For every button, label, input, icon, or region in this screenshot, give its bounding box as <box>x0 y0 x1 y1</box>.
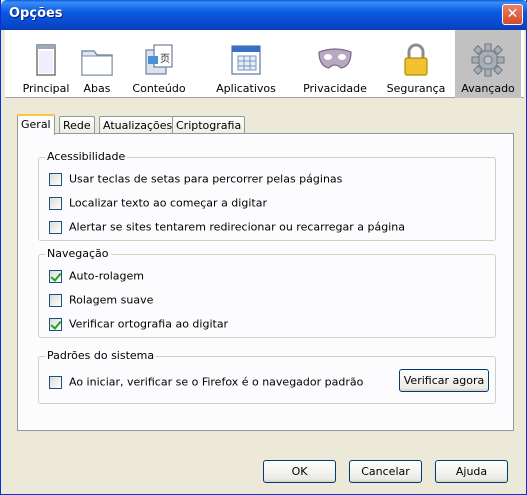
options-dialog: Opções ✕ Principal Abas 页 Conteúdo Aplic… <box>0 0 527 495</box>
option-label: Auto-rolagem <box>69 269 144 283</box>
tab-criptografia[interactable]: Criptografia <box>172 116 246 134</box>
toolbar-label: Privacidade <box>303 82 367 95</box>
content-icon: 页 <box>145 44 173 75</box>
toolbar-item-abas[interactable]: Abas <box>77 30 117 98</box>
toolbar-item-privacidade[interactable]: Privacidade <box>295 30 375 98</box>
toolbar-item-avancado[interactable]: Avançado <box>455 30 521 98</box>
option-label: Verificar ortografia ao digitar <box>69 317 229 331</box>
window-title: Opções <box>9 6 63 21</box>
tab-geral[interactable]: Geral <box>17 114 55 135</box>
option-label: Ao iniciar, verificar se o Firefox é o n… <box>69 375 364 389</box>
autoscroll-option[interactable]: Auto-rolagem <box>49 269 144 283</box>
checkbox[interactable] <box>49 293 62 307</box>
tab-atualizacoes[interactable]: Atualizações <box>99 116 177 134</box>
option-label: Usar teclas de setas para percorrer pela… <box>69 172 343 186</box>
tab-rede[interactable]: Rede <box>59 116 95 134</box>
accessibility-group: Acessibilidade Usar teclas de setas para… <box>38 150 496 241</box>
toolbar-label: Principal <box>22 82 70 95</box>
toolbar-item-conteudo[interactable]: 页 Conteúdo <box>121 30 197 98</box>
checkbox[interactable] <box>49 220 62 234</box>
system-defaults-group: Padrões do sistema Ao iniciar, verificar… <box>38 349 496 404</box>
checkbox[interactable] <box>49 269 62 283</box>
toolbar-label: Aplicativos <box>216 82 276 95</box>
group-title: Navegação <box>45 247 111 260</box>
gear-icon <box>471 43 505 77</box>
cancel-button[interactable]: Cancelar <box>349 460 422 483</box>
toolbar-label: Conteúdo <box>132 82 186 95</box>
checkbox[interactable] <box>49 172 62 186</box>
applications-icon <box>231 45 261 75</box>
tab-label: Atualizações <box>103 119 173 132</box>
toolbar-label: Avançado <box>461 82 515 95</box>
folder-tabs-icon <box>81 50 113 76</box>
window-icon <box>36 44 56 76</box>
ok-button[interactable]: OK <box>263 460 336 483</box>
default-browser-check-option[interactable]: Ao iniciar, verificar se o Firefox é o n… <box>49 375 363 389</box>
spellcheck-option[interactable]: Verificar ortografia ao digitar <box>49 317 228 331</box>
option-label: Localizar texto ao começar a digitar <box>69 196 267 210</box>
find-as-you-type-option[interactable]: Localizar texto ao começar a digitar <box>49 196 267 210</box>
tab-label: Rede <box>63 119 91 132</box>
option-label: Rolagem suave <box>69 293 154 307</box>
tab-label: Geral <box>21 118 51 131</box>
redirect-warning-option[interactable]: Alertar se sites tentarem redirecionar o… <box>49 220 405 234</box>
arrow-keys-option[interactable]: Usar teclas de setas para percorrer pela… <box>49 172 342 186</box>
mask-icon <box>318 48 352 69</box>
option-label: Alertar se sites tentarem redirecionar o… <box>69 220 405 234</box>
toolbar-item-seguranca[interactable]: Segurança <box>379 30 453 98</box>
toolbar-label: Segurança <box>386 82 446 95</box>
tab-label: Criptografia <box>176 119 242 132</box>
checkbox[interactable] <box>49 375 62 389</box>
group-title: Padrões do sistema <box>45 349 157 362</box>
category-toolbar: Principal Abas 页 Conteúdo Aplicativos Pr… <box>5 30 524 98</box>
toolbar-item-aplicativos[interactable]: Aplicativos <box>201 30 291 98</box>
navigation-group: Navegação Auto-rolagem Rolagem suave Ver… <box>38 247 496 338</box>
tab-panel-geral: Acessibilidade Usar teclas de setas para… <box>17 133 514 431</box>
close-button[interactable]: ✕ <box>502 4 523 25</box>
toolbar-item-principal[interactable]: Principal <box>15 30 77 98</box>
check-now-button[interactable]: Verificar agora <box>399 369 489 392</box>
title-bar[interactable]: Opções ✕ <box>1 0 527 30</box>
help-button[interactable]: Ajuda <box>435 460 508 483</box>
toolbar-label: Abas <box>83 82 111 95</box>
group-title: Acessibilidade <box>45 150 128 163</box>
lock-icon <box>404 43 428 76</box>
svg-text:页: 页 <box>160 53 170 65</box>
smooth-scroll-option[interactable]: Rolagem suave <box>49 293 153 307</box>
checkbox[interactable] <box>49 196 62 210</box>
checkbox[interactable] <box>49 317 62 331</box>
